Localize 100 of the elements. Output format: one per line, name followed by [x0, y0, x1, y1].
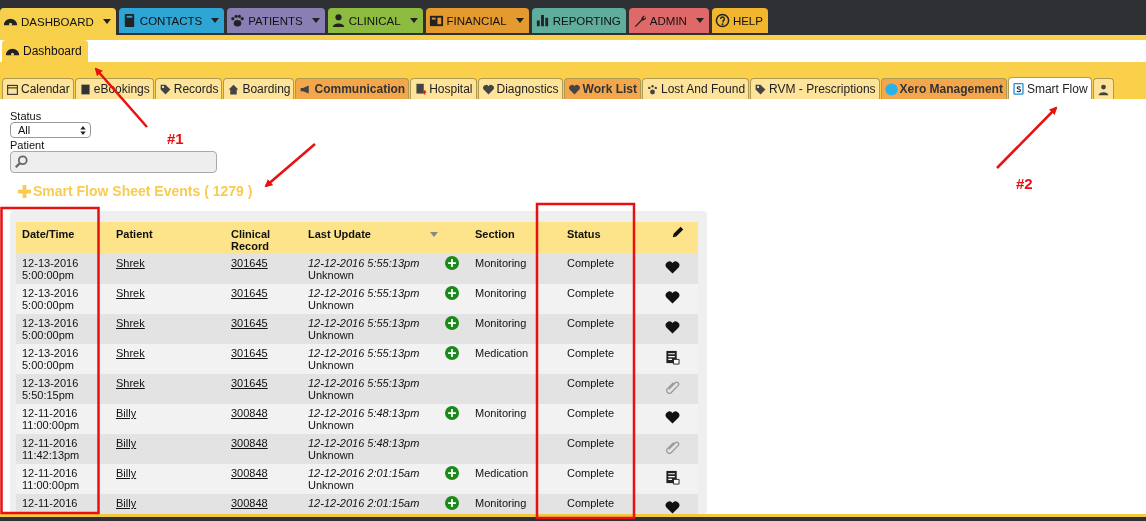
sub-tab[interactable]: Communication [295, 78, 410, 99]
table-cell: Monitoring [475, 287, 527, 299]
add-icon[interactable] [445, 406, 459, 420]
calendar-icon [6, 82, 19, 96]
book-icon [78, 82, 92, 96]
nav-tab[interactable]: HELP [711, 8, 768, 33]
caret-icon [311, 18, 320, 23]
heart-icon [567, 82, 581, 96]
table-cell: Monitoring [475, 497, 527, 509]
add-icon[interactable] [445, 466, 459, 480]
paw-icon [646, 82, 659, 96]
add-icon[interactable] [445, 496, 459, 510]
table-cell: Complete [561, 434, 653, 464]
table-cell: 12-11-2016 11:00:00pm [16, 404, 110, 434]
record-link[interactable]: 300848 [231, 437, 268, 449]
updown-arrows-icon [80, 125, 86, 135]
patient-label: Patient [10, 139, 45, 151]
pencil-icon[interactable] [671, 225, 685, 239]
patient-link[interactable]: Shrek [116, 377, 145, 389]
heart-icon[interactable] [665, 410, 680, 425]
record-link[interactable]: 300848 [231, 407, 268, 419]
table-cell: 12-12-2016 5:48:13pm Unknown [302, 434, 444, 464]
nav-tab[interactable]: FINANCIAL [425, 8, 529, 33]
add-icon[interactable] [445, 316, 459, 330]
patient-link[interactable]: Billy [116, 437, 137, 449]
nav-tab[interactable]: PATIENTS [227, 8, 325, 33]
patient-link[interactable]: Billy [116, 407, 137, 419]
annotation-label: #1 [167, 130, 184, 147]
table-cell: 12-12-2016 5:55:13pm Unknown [302, 374, 444, 404]
sub-tab[interactable]: Calendar [2, 78, 74, 99]
tag-icon [158, 82, 172, 96]
add-icon[interactable] [445, 346, 459, 360]
paperclip-icon[interactable] [665, 380, 680, 395]
patient-link[interactable]: Billy [116, 467, 137, 479]
annotation-arrow [996, 106, 1058, 169]
table-cell: 12-12-2016 2:01:15am Unknown [302, 464, 444, 494]
heart-icon [481, 82, 495, 96]
document-icon[interactable] [665, 350, 680, 365]
record-link[interactable]: 301645 [231, 287, 268, 299]
patient-link[interactable]: Shrek [116, 287, 145, 299]
sub-tab[interactable]: Smart Flow [1007, 77, 1092, 99]
record-link[interactable]: 300848 [231, 497, 268, 509]
logo-icon [884, 82, 898, 96]
patient-link[interactable]: Shrek [116, 257, 145, 269]
caret-icon [102, 19, 111, 24]
sub-tab[interactable]: Boarding [223, 78, 295, 99]
record-link[interactable]: 301645 [231, 317, 268, 329]
record-link[interactable]: 301645 [231, 377, 268, 389]
nav-tab[interactable]: REPORTING [531, 8, 626, 33]
table-cell: 12-13-2016 5:00:00pm [16, 344, 110, 374]
add-icon[interactable] [445, 286, 459, 300]
sub-tab[interactable]: RVM - Prescriptions [750, 78, 880, 99]
nav-tab[interactable]: ADMIN [628, 8, 709, 33]
table-cell: Monitoring [475, 257, 527, 269]
patient-link[interactable]: Shrek [116, 347, 145, 359]
sub-tab[interactable]: Diagnostics [477, 78, 563, 99]
table-cell: Complete [561, 314, 653, 344]
table-cell: 12-13-2016 5:00:00pm [16, 254, 110, 284]
table-cell: Complete [561, 494, 653, 514]
nav-tab[interactable]: DASHBOARD [0, 8, 116, 35]
document-icon[interactable] [665, 470, 680, 485]
sub-tab[interactable]: Lost And Found [642, 78, 750, 99]
caret-icon [515, 18, 524, 23]
table-cell: 12-11-2016 [16, 494, 110, 514]
nav-tab[interactable]: CLINICAL [327, 8, 423, 33]
heart-icon[interactable] [665, 290, 680, 305]
search-field[interactable] [10, 151, 217, 173]
table-cell: 12-11-2016 11:00:00pm [16, 464, 110, 494]
heart-icon[interactable] [665, 320, 680, 335]
table-cell: Monitoring [475, 407, 527, 419]
building-icon [414, 82, 428, 96]
column-header[interactable]: Last Update [308, 228, 371, 240]
add-icon[interactable] [445, 256, 459, 270]
sub-tab[interactable]: Xero Management [880, 78, 1007, 99]
nav-tab[interactable]: CONTACTS [118, 8, 225, 33]
heart-icon[interactable] [665, 260, 680, 275]
paperclip-icon[interactable] [665, 440, 680, 455]
bar-chart-icon [534, 13, 550, 28]
sub-tab[interactable]: Records [154, 78, 223, 99]
search-icon [14, 155, 28, 169]
sub-tab[interactable] [1092, 78, 1114, 99]
caret-icon [409, 18, 418, 23]
table-cell: 12-12-2016 5:55:13pm Unknown [302, 254, 444, 284]
patient-link[interactable]: Shrek [116, 317, 145, 329]
table-cell: Complete [561, 374, 653, 404]
sub-tab[interactable]: Hospital [410, 78, 477, 99]
record-link[interactable]: 301645 [231, 257, 268, 269]
heart-icon[interactable] [665, 500, 680, 514]
column-header: Date/Time [16, 222, 110, 254]
record-link[interactable]: 300848 [231, 467, 268, 479]
dashboard-tab[interactable]: Dashboard [2, 40, 88, 62]
record-link[interactable]: 301645 [231, 347, 268, 359]
sub-tab[interactable]: Work List [563, 78, 641, 99]
table-cell: Medication [475, 467, 529, 479]
table-cell: 12-12-2016 5:55:13pm Unknown [302, 284, 444, 314]
patient-link[interactable]: Billy [116, 497, 137, 509]
status-dropdown[interactable]: All [10, 122, 91, 138]
annotation-label: #2 [1016, 175, 1033, 192]
sort-caret-icon[interactable] [430, 231, 438, 237]
column-header: Patient [110, 222, 225, 254]
